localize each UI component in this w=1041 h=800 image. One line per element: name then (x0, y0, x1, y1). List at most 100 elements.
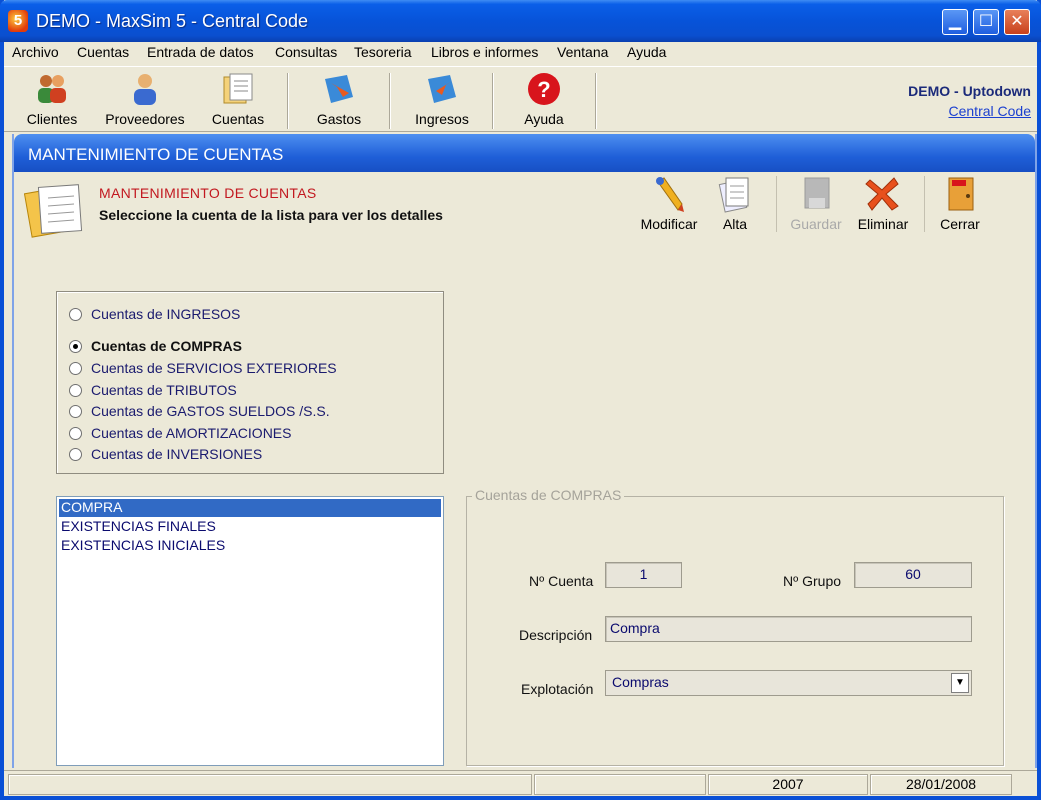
central-code-link[interactable]: Central Code (908, 103, 1032, 119)
radio-button[interactable] (69, 384, 82, 397)
maximize-button[interactable]: ☐ (973, 9, 999, 35)
radio-inversiones[interactable]: Cuentas de INVERSIONES (69, 446, 262, 462)
toolbar-separator (595, 73, 597, 129)
account-type-group: Cuentas de INGRESOS Cuentas de COMPRAS C… (56, 291, 444, 474)
proveedores-button[interactable]: Proveedores (100, 71, 190, 127)
num-grupo-field[interactable]: 60 (854, 562, 972, 588)
ayuda-button[interactable]: ? Ayuda (514, 71, 574, 127)
gastos-label: Gastos (316, 111, 362, 127)
radio-gastos-sueldos[interactable]: Cuentas de GASTOS SUELDOS /S.S. (69, 403, 330, 419)
alta-label: Alta (722, 216, 748, 232)
status-year: 2007 (708, 774, 868, 795)
ayuda-label: Ayuda (524, 111, 564, 127)
num-cuenta-field[interactable]: 1 (605, 562, 682, 588)
menu-ventana[interactable]: Ventana (557, 44, 608, 60)
exit-door-icon (948, 177, 974, 211)
window-title: DEMO - MaxSim 5 - Central Code (36, 11, 309, 31)
accounts-panel: MANTENIMIENTO DE CUENTAS MANTENIMIENTO D… (12, 134, 1037, 768)
menu-entrada-de-datos[interactable]: Entrada de datos (147, 44, 254, 60)
clientes-label: Clientes (26, 111, 78, 127)
radio-label: Cuentas de INGRESOS (91, 306, 241, 322)
cuentas-label: Cuentas (211, 111, 265, 127)
panel-heading: MANTENIMIENTO DE CUENTAS (28, 145, 284, 164)
company-info: DEMO - Uptodown Central Code (908, 83, 1031, 119)
people-icon (38, 75, 66, 103)
accounts-list[interactable]: COMPRA EXISTENCIAS FINALES EXISTENCIAS I… (56, 496, 444, 766)
delete-x-icon (865, 177, 899, 211)
radio-button[interactable] (69, 405, 82, 418)
app-window: 5 DEMO - MaxSim 5 - Central Code ▁ ☐ ✕ A… (0, 0, 1041, 800)
alta-button[interactable]: Alta (714, 174, 756, 232)
ingresos-arrow-icon (428, 75, 456, 103)
ingresos-label: Ingresos (415, 111, 469, 127)
guardar-button[interactable]: Guardar (786, 174, 846, 232)
radio-label: Cuentas de GASTOS SUELDOS /S.S. (91, 403, 330, 419)
company-name: DEMO - Uptodown (908, 83, 1031, 99)
modificar-button[interactable]: Modificar (636, 174, 702, 232)
maximize-icon: ☐ (978, 13, 994, 30)
chevron-down-icon[interactable]: ▼ (951, 673, 969, 693)
clientes-button[interactable]: Clientes (24, 71, 80, 127)
cerrar-label: Cerrar (940, 216, 980, 232)
guardar-label: Guardar (790, 216, 842, 232)
cuentas-button[interactable]: Cuentas (207, 71, 269, 127)
title-bar[interactable]: 5 DEMO - MaxSim 5 - Central Code ▁ ☐ ✕ (0, 0, 1041, 42)
radio-label: Cuentas de AMORTIZACIONES (91, 425, 292, 441)
menu-libros-e-informes[interactable]: Libros e informes (431, 44, 538, 60)
menu-archivo[interactable]: Archivo (12, 44, 59, 60)
menu-cuentas[interactable]: Cuentas (77, 44, 129, 60)
list-item[interactable]: EXISTENCIAS FINALES (59, 518, 441, 536)
section-title: MANTENIMIENTO DE CUENTAS (99, 185, 317, 201)
radio-label: Cuentas de SERVICIOS EXTERIORES (91, 360, 337, 376)
list-item[interactable]: COMPRA (59, 499, 441, 517)
menu-ayuda[interactable]: Ayuda (627, 44, 666, 60)
menu-consultas[interactable]: Consultas (275, 44, 337, 60)
status-pane-empty (534, 774, 706, 795)
close-icon: ✕ (1010, 13, 1024, 30)
status-bar: 2007 28/01/2008 (4, 770, 1037, 796)
minimize-icon: ▁ (948, 13, 962, 30)
gastos-button[interactable]: Gastos (309, 71, 369, 127)
gastos-arrow-icon (325, 75, 353, 103)
minimize-button[interactable]: ▁ (942, 9, 968, 35)
radio-label: Cuentas de INVERSIONES (91, 446, 263, 462)
radio-button[interactable] (69, 448, 82, 461)
eliminar-label: Eliminar (857, 216, 909, 232)
descripcion-label: Descripción (519, 627, 593, 643)
status-pane-main (8, 774, 532, 795)
radio-tributos[interactable]: Cuentas de TRIBUTOS (69, 382, 237, 398)
radio-button[interactable] (69, 427, 82, 440)
radio-button[interactable] (69, 340, 82, 353)
radio-button[interactable] (69, 308, 82, 321)
proveedores-label: Proveedores (105, 111, 185, 127)
explotacion-select[interactable]: Compras ▼ (605, 670, 972, 696)
save-disk-icon (804, 177, 830, 209)
details-legend: Cuentas de COMPRAS (472, 487, 625, 503)
radio-compras[interactable]: Cuentas de COMPRAS (69, 338, 242, 354)
svg-text:?: ? (537, 77, 550, 102)
action-separator (924, 176, 925, 232)
pencil-icon (656, 177, 684, 212)
radio-button[interactable] (69, 362, 82, 375)
toolbar-separator (389, 73, 391, 129)
help-icon: ? (528, 73, 560, 105)
radio-ingresos[interactable]: Cuentas de INGRESOS (69, 306, 240, 322)
explotacion-label: Explotación (521, 681, 594, 697)
person-icon (134, 74, 156, 105)
section-subtitle: Seleccione la cuenta de la lista para ve… (99, 207, 443, 223)
documents-icon (223, 73, 253, 104)
cerrar-button[interactable]: Cerrar (934, 174, 986, 232)
radio-amortizaciones[interactable]: Cuentas de AMORTIZACIONES (69, 425, 291, 441)
close-button[interactable]: ✕ (1004, 9, 1030, 35)
toolbar-separator (492, 73, 494, 129)
list-item[interactable]: EXISTENCIAS INICIALES (59, 537, 441, 555)
menu-tesoreria[interactable]: Tesoreria (354, 44, 412, 60)
descripcion-field[interactable]: Compra (605, 616, 972, 642)
num-grupo-label: Nº Grupo (783, 573, 842, 589)
eliminar-button[interactable]: Eliminar (854, 174, 912, 232)
radio-servicios-exteriores[interactable]: Cuentas de SERVICIOS EXTERIORES (69, 360, 337, 376)
radio-label: Cuentas de COMPRAS (91, 338, 242, 354)
status-date: 28/01/2008 (870, 774, 1012, 795)
ingresos-button[interactable]: Ingresos (409, 71, 475, 127)
num-cuenta-label: Nº Cuenta (529, 573, 594, 589)
